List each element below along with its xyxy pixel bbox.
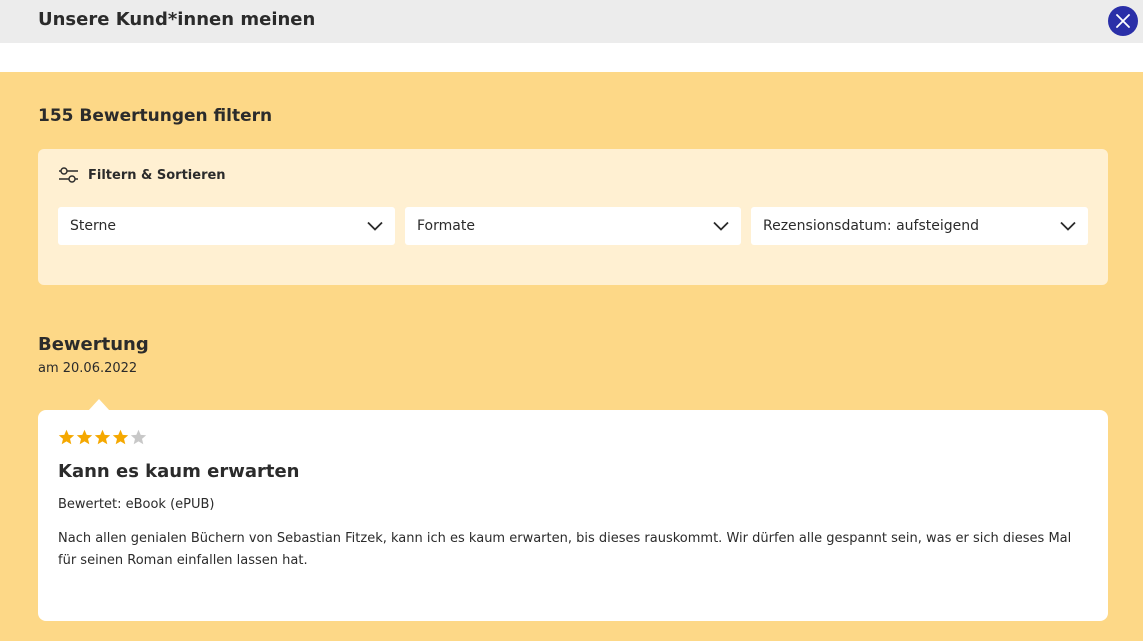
- sliders-icon: [59, 167, 78, 183]
- formats-select-label: Formate: [417, 218, 475, 234]
- reviews-section: 155 Bewertungen filtern Filtern & Sortie…: [0, 72, 1143, 641]
- filter-panel: Filtern & Sortieren Sterne Formate Rezen…: [38, 149, 1108, 285]
- filter-heading: 155 Bewertungen filtern: [38, 106, 273, 126]
- review-text: Nach allen genialen Büchern von Sebastia…: [58, 531, 1072, 568]
- stars-select-label: Sterne: [70, 218, 116, 234]
- formats-select[interactable]: Formate: [405, 207, 741, 245]
- sort-date-select[interactable]: Rezensionsdatum: aufsteigend: [751, 207, 1088, 245]
- star-filled-icon: [94, 429, 111, 445]
- chevron-down-icon: [1060, 221, 1076, 231]
- star-rating: [58, 429, 147, 445]
- filter-sort-toggle[interactable]: Filtern & Sortieren: [58, 165, 226, 185]
- star-filled-icon: [76, 429, 93, 445]
- chevron-down-icon: [713, 221, 729, 231]
- review-card: Kann es kaum erwarten Bewertet: eBook (e…: [38, 399, 1108, 621]
- header-spacer: [0, 43, 1143, 72]
- filter-sort-label: Filtern & Sortieren: [88, 167, 226, 183]
- modal-title: Unsere Kund*innen meinen: [38, 9, 316, 30]
- star-filled-icon: [112, 429, 129, 445]
- modal-header: Unsere Kund*innen meinen: [0, 0, 1143, 43]
- chevron-down-icon: [367, 221, 383, 231]
- review-date: am 20.06.2022: [38, 361, 138, 376]
- stars-select[interactable]: Sterne: [58, 207, 395, 245]
- review-title: Kann es kaum erwarten: [58, 461, 300, 482]
- sort-date-select-label: Rezensionsdatum: aufsteigend: [763, 218, 980, 234]
- review-format: Bewertet: eBook (ePUB): [58, 497, 215, 512]
- star-filled-icon: [58, 429, 75, 445]
- close-icon: [1116, 14, 1130, 28]
- review-heading: Bewertung: [38, 334, 149, 355]
- star-empty-icon: [130, 429, 147, 445]
- close-button[interactable]: [1108, 6, 1138, 36]
